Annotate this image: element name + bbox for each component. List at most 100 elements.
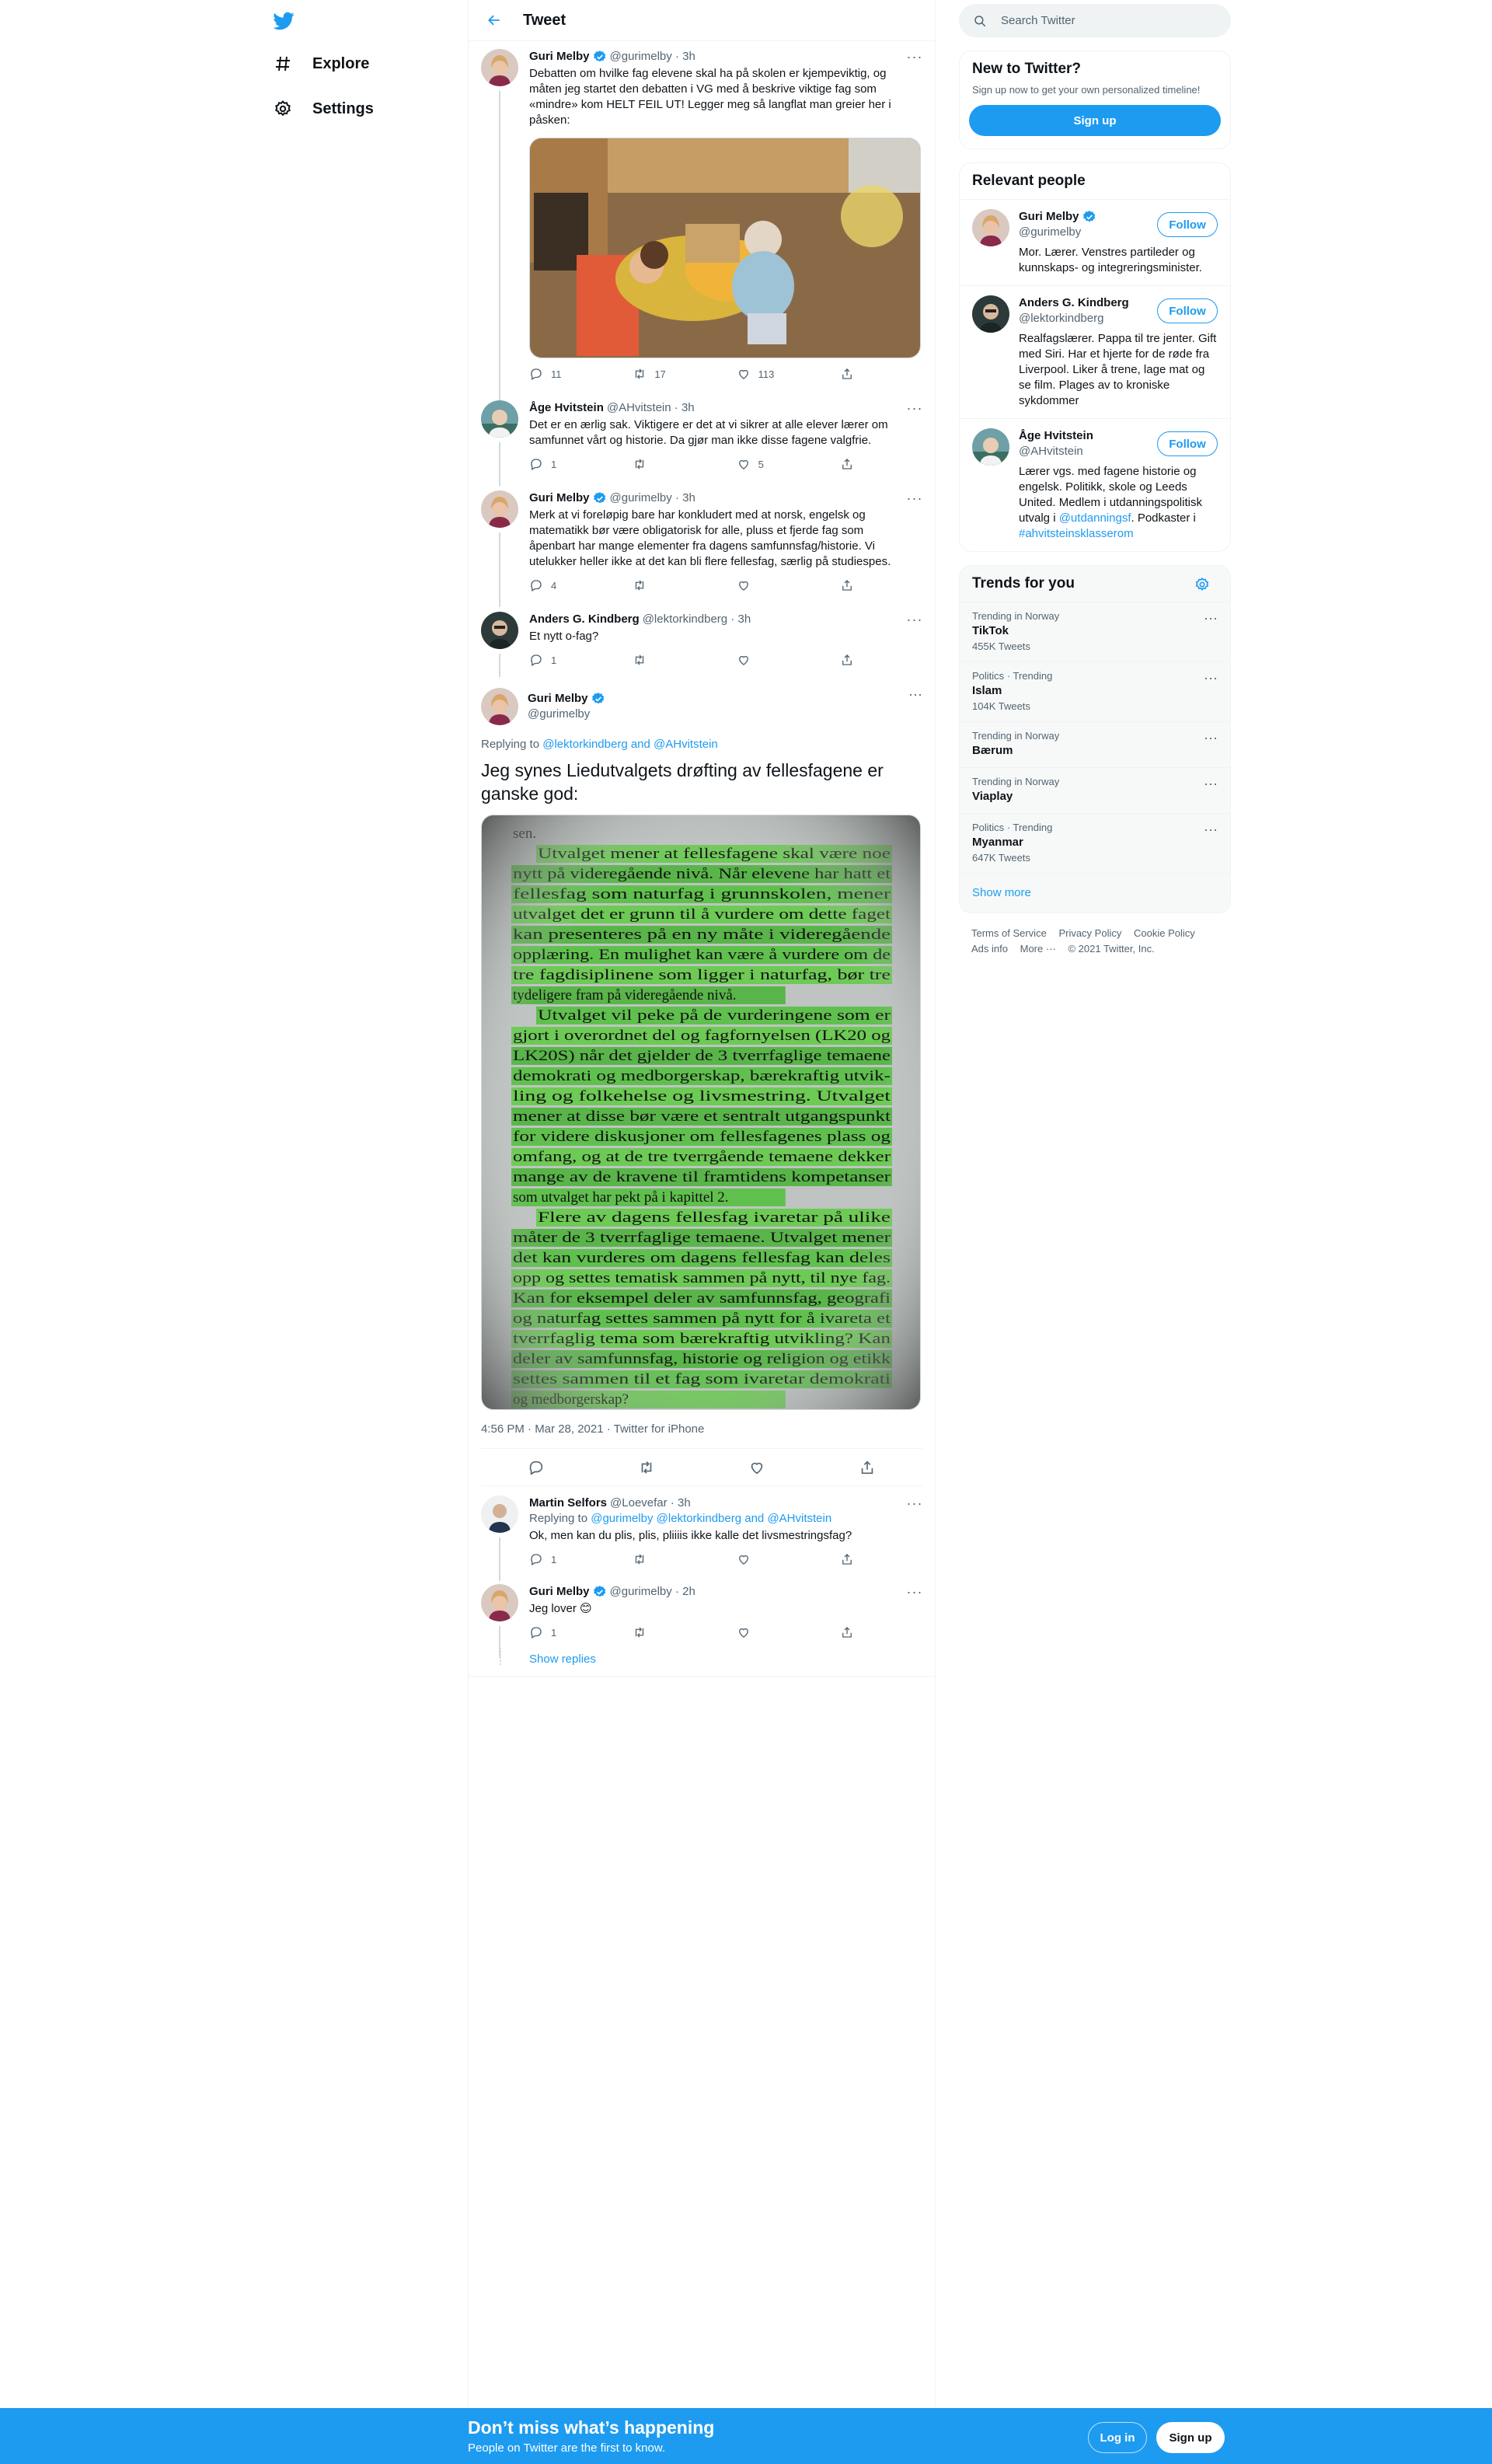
retweet-button[interactable]: 17 <box>633 367 718 381</box>
gear-icon[interactable] <box>1194 577 1210 592</box>
share-button[interactable] <box>840 367 863 381</box>
replying-to-link[interactable]: @lektorkindberg and @AHvitstein <box>542 738 718 751</box>
signup-button[interactable]: Sign up <box>969 105 1221 136</box>
tweet-time[interactable]: 3h <box>682 400 695 416</box>
avatar[interactable] <box>972 209 1009 246</box>
reply-button[interactable]: 4 <box>529 578 615 592</box>
trend-item[interactable]: Trending in Norway Bærum ··· <box>960 721 1230 767</box>
avatar[interactable] <box>972 295 1009 333</box>
more-icon[interactable]: ··· <box>907 49 922 65</box>
follow-button[interactable]: Follow <box>1157 212 1218 237</box>
author-name[interactable]: Guri Melby <box>528 691 588 707</box>
tweet[interactable]: ··· Anders G. Kindberg @lektorkindberg ·… <box>469 601 935 677</box>
author-name[interactable]: Guri Melby <box>529 490 590 506</box>
bio-mention-link[interactable]: @utdanningsf <box>1059 511 1131 525</box>
author-name[interactable]: Guri Melby <box>529 1584 590 1600</box>
login-button[interactable]: Log in <box>1088 2422 1147 2453</box>
more-icon[interactable]: ··· <box>1204 776 1218 792</box>
tweet-time[interactable]: 2h <box>682 1584 695 1600</box>
reply-button[interactable]: 1 <box>529 653 615 667</box>
share-button[interactable] <box>840 457 863 471</box>
share-icon[interactable] <box>859 1459 876 1476</box>
more-icon[interactable]: ··· <box>907 490 922 506</box>
footer-link[interactable]: Privacy Policy <box>1058 927 1121 939</box>
more-icon[interactable]: ··· <box>907 1584 922 1600</box>
follow-button[interactable]: Follow <box>1157 431 1218 456</box>
author-handle[interactable]: @lektorkindberg <box>643 612 727 627</box>
trend-item[interactable]: Trending in Norway TikTok 455K Tweets ··· <box>960 602 1230 661</box>
author-handle[interactable]: @gurimelby <box>610 49 672 65</box>
retweet-button[interactable] <box>633 1552 718 1566</box>
tweet[interactable]: ··· Guri Melby @gurimelby · 3h Debatten … <box>469 41 935 433</box>
more-icon[interactable]: ··· <box>1204 730 1218 746</box>
author-name[interactable]: Åge Hvitstein <box>529 400 604 416</box>
trend-item[interactable]: Politics · Trending Myanmar 647K Tweets ··· <box>960 813 1230 873</box>
tweet[interactable]: ··· Åge Hvitstein @AHvitstein · 3h Det e… <box>469 389 935 486</box>
retweet-icon[interactable] <box>638 1459 655 1476</box>
search-input[interactable]: Search Twitter <box>959 4 1231 37</box>
tweet-time[interactable]: 3h <box>682 490 695 506</box>
share-button[interactable] <box>840 1552 863 1566</box>
tweet[interactable]: ··· Martin Selfors @Loevefar · 3h Replyi… <box>469 1486 935 1581</box>
author-name[interactable]: Martin Selfors <box>529 1496 607 1511</box>
footer-link[interactable]: Ads info <box>971 943 1008 955</box>
reply-button[interactable]: 1 <box>529 1552 615 1566</box>
tweet-time[interactable]: 3h <box>737 612 751 627</box>
more-icon[interactable]: ··· <box>1204 610 1218 626</box>
tweet-photo[interactable] <box>529 138 921 358</box>
avatar[interactable] <box>481 49 518 86</box>
tweet-timestamp[interactable]: 4:56 PM · Mar 28, 2021 · Twitter for iPh… <box>481 1422 922 1449</box>
nav-settings[interactable]: Settings <box>272 93 374 124</box>
person-item[interactable]: Åge Hvitstein @AHvitstein Lærer vgs. med… <box>960 418 1230 551</box>
tweet-time[interactable]: 3h <box>678 1496 691 1511</box>
reply-icon[interactable] <box>528 1459 545 1476</box>
heart-icon[interactable] <box>748 1459 765 1476</box>
author-handle[interactable]: @gurimelby <box>528 707 608 722</box>
person-name[interactable]: Guri Melby <box>1019 209 1079 225</box>
more-icon[interactable]: ··· <box>1204 822 1218 838</box>
nav-explore[interactable]: Explore <box>272 48 369 79</box>
tweet[interactable]: ··· Guri Melby @gurimelby · 3h Merk at v… <box>469 480 935 607</box>
avatar[interactable] <box>481 688 518 725</box>
like-button[interactable] <box>737 1625 822 1639</box>
tweet[interactable]: ··· Guri Melby @gurimelby · 2h Jeg lover… <box>469 1575 935 1657</box>
follow-button[interactable]: Follow <box>1157 298 1218 323</box>
twitter-logo-icon[interactable] <box>272 9 295 33</box>
author-name[interactable]: Anders G. Kindberg <box>529 612 640 627</box>
show-replies-link[interactable]: Show replies <box>529 1653 596 1666</box>
show-more-link[interactable]: Show more <box>972 886 1031 899</box>
share-button[interactable] <box>840 578 863 592</box>
retweet-button[interactable] <box>633 457 718 471</box>
reply-button[interactable]: 11 <box>529 367 615 381</box>
signup-button[interactable]: Sign up <box>1156 2422 1225 2453</box>
replying-to-link[interactable]: @gurimelby @lektorkindberg and @AHvitste… <box>591 1512 831 1525</box>
retweet-button[interactable] <box>633 1625 718 1639</box>
like-button[interactable] <box>737 653 822 667</box>
share-button[interactable] <box>840 653 863 667</box>
footer-link[interactable]: Terms of Service <box>971 927 1047 939</box>
trend-item[interactable]: Trending in Norway Viaplay ··· <box>960 767 1230 813</box>
avatar[interactable] <box>972 428 1009 466</box>
footer-link[interactable]: More ··· <box>1020 943 1056 955</box>
retweet-button[interactable] <box>633 578 718 592</box>
more-icon[interactable]: ··· <box>907 1496 922 1511</box>
avatar[interactable] <box>481 490 518 528</box>
person-item[interactable]: Guri Melby @gurimelby Mor. Lærer. Venstr… <box>960 199 1230 285</box>
more-icon[interactable]: ··· <box>908 686 922 703</box>
avatar[interactable] <box>481 1584 518 1621</box>
author-handle[interactable]: @gurimelby <box>610 1584 672 1600</box>
bio-hashtag-link[interactable]: #ahvitsteinsklasserom <box>1019 527 1134 540</box>
person-item[interactable]: Anders G. Kindberg @lektorkindberg Realf… <box>960 285 1230 418</box>
like-button[interactable] <box>737 1552 822 1566</box>
avatar[interactable] <box>481 400 518 438</box>
retweet-button[interactable] <box>633 653 718 667</box>
more-icon[interactable]: ··· <box>1204 670 1218 686</box>
reply-button[interactable]: 1 <box>529 1625 615 1639</box>
like-button[interactable]: 113 <box>737 367 822 381</box>
more-icon[interactable]: ··· <box>907 400 922 416</box>
tweet-photo-document[interactable]: sen.Utvalget mener at fellesfagene skal … <box>481 815 921 1410</box>
arrow-left-icon[interactable] <box>481 7 507 33</box>
avatar[interactable] <box>481 1496 518 1533</box>
more-icon[interactable]: ··· <box>907 612 922 627</box>
like-button[interactable] <box>737 578 822 592</box>
